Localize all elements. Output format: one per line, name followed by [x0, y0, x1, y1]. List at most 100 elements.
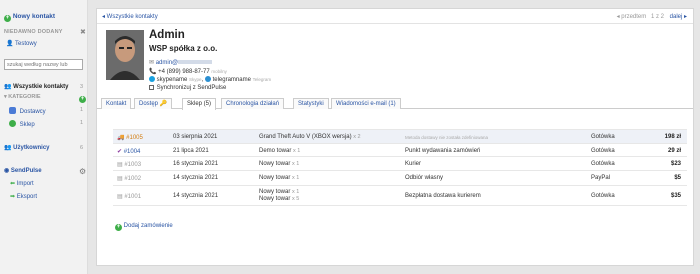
sendpulse-label: SendPulse [10, 168, 42, 174]
order-item: Nowy towar x 1 [259, 189, 300, 195]
export-label: Eksport [16, 194, 38, 200]
tab-dostep[interactable]: Dostęp 🔑 [134, 98, 173, 109]
sync-sendpulse[interactable]: Synchronizuj z SendPulse [149, 85, 226, 91]
sendpulse-link[interactable]: ◉ SendPulse [4, 167, 42, 174]
search-input[interactable] [4, 59, 83, 70]
tab-statystyki[interactable]: Statystyki [293, 98, 329, 109]
truck-icon: 🚚 [117, 135, 125, 141]
order-total: 198 zł [664, 134, 681, 140]
payment-method: Gotówka [591, 148, 615, 154]
order-number[interactable]: ▤ #1001 [117, 193, 141, 200]
shipping-method: Kurier [405, 161, 422, 167]
gear-icon[interactable]: ⚙ [79, 167, 86, 176]
skype-type: Skype [189, 77, 202, 82]
avatar [106, 30, 144, 80]
categories-toggle[interactable]: ▾ KATEGORIE [4, 94, 41, 100]
sync-label: Synchronizuj z SendPulse [156, 85, 227, 91]
import-label: Import [16, 181, 34, 187]
clear-recent-icon[interactable]: ✖ [80, 28, 86, 36]
sendpulse-icon: ◉ [4, 168, 10, 174]
plus-icon: + [4, 15, 11, 22]
order-total: $35 [670, 193, 681, 199]
pagination: ◂ przedtem 1 z 2 dalej ▸ [617, 13, 687, 20]
check-icon: ✔ [117, 149, 123, 155]
email-text: admin@ [155, 60, 179, 66]
contacts-icon: 👥 [4, 84, 12, 90]
contact-name: Admin [149, 29, 185, 41]
tab-wiadomosci[interactable]: Wiadomości e-mail (1) [331, 98, 401, 109]
category-icon [9, 107, 16, 114]
category-count: 1 [80, 120, 84, 126]
category-count: 1 [80, 107, 84, 113]
tab-sklep[interactable]: Sklep (5) [182, 98, 217, 110]
category-item-dostawcy[interactable]: Dostawcy [9, 107, 46, 115]
shipping-method: Metoda dostawy nie została zdefiniowana [405, 135, 489, 140]
email-link[interactable]: ✉ admin@ [149, 59, 213, 66]
sidebar: + Nowy kontakt NIEDAWNO DODANY ✖ 👤 Testo… [0, 0, 88, 274]
table-row[interactable]: ▤ #1002 14 stycznia 2021 Nowy towar x 1 … [113, 170, 687, 185]
tab-chronologia[interactable]: Chronologia działań [221, 98, 285, 109]
add-order-link[interactable]: + Dodaj zamówienie [115, 223, 173, 231]
caret-down-icon: ▾ [4, 94, 7, 100]
document-icon: ▤ [117, 162, 123, 168]
import-link[interactable]: ⬅ Import [10, 180, 34, 187]
payment-method: PayPal [591, 175, 611, 181]
order-item: Grand Theft Auto V (XBOX wersja) x 2 [259, 134, 361, 140]
all-contacts-link[interactable]: 👥 Wszystkie kontakty [4, 83, 69, 90]
phone: 📞 +4 (899) 988-87-77 mobilny [149, 68, 227, 75]
messengers: skypename Skype, telegramname Telegram [149, 76, 271, 83]
telegram-name[interactable]: telegramname [213, 77, 251, 83]
plus-icon: + [79, 96, 86, 103]
recent-contact-link[interactable]: 👤 Testowy [6, 40, 37, 47]
category-label: Dostawcy [19, 109, 46, 115]
arrow-right-icon: ➡ [10, 194, 16, 200]
next-link[interactable]: dalej ▸ [670, 14, 687, 20]
payment-method: Gotówka [591, 193, 615, 199]
telegram-type: Telegram [252, 77, 272, 82]
plus-icon: + [115, 224, 122, 231]
page-indicator: 1 z 2 [650, 14, 664, 20]
order-date: 14 stycznia 2021 [173, 175, 219, 181]
person-icon: 👤 [6, 41, 14, 47]
sync-checkbox[interactable] [149, 85, 154, 90]
contact-card: ◂ Wszystkie kontakty ◂ przedtem 1 z 2 da… [96, 8, 694, 266]
payment-method: Gotówka [591, 161, 615, 167]
order-number[interactable]: ▤ #1003 [117, 161, 141, 168]
table-row[interactable]: ▤ #1001 14 stycznia 2021 Nowy towar x 1 … [113, 185, 687, 206]
skype-name[interactable]: skypename [157, 77, 188, 83]
tab-kontakt[interactable]: Kontakt [101, 98, 132, 109]
all-contacts-label: Wszystkie kontakty [13, 84, 69, 90]
telegram-icon [204, 76, 211, 82]
email-redacted [178, 60, 213, 64]
order-total: 29 zł [667, 148, 681, 154]
payment-method: Gotówka [591, 134, 615, 140]
skype-icon [149, 76, 155, 82]
order-number[interactable]: ▤ #1002 [117, 175, 141, 182]
new-contact-link[interactable]: + Nowy kontakt [4, 13, 55, 22]
table-row[interactable]: ▤ #1003 16 stycznia 2021 Nowy towar x 1 … [113, 156, 687, 170]
shipping-method: Odbiór własny [405, 175, 444, 181]
users-link[interactable]: 👥 Użytkownicy [4, 144, 50, 151]
phone-type: mobilny [211, 69, 227, 74]
users-label: Użytkownicy [13, 145, 50, 151]
back-to-contacts-link[interactable]: ◂ Wszystkie kontakty [102, 13, 158, 20]
phone-icon: 📞 [149, 69, 157, 75]
order-number[interactable]: ✔ #1004 [117, 148, 140, 155]
category-item-sklep[interactable]: Sklep [9, 120, 35, 128]
prev-link[interactable]: ◂ przedtem [617, 14, 647, 20]
users-icon: 👥 [4, 145, 12, 151]
export-link[interactable]: ➡ Eksport [10, 193, 37, 200]
category-icon [9, 120, 16, 127]
add-category-button[interactable]: + [79, 94, 86, 103]
phone-number: +4 (899) 988-87-77 [158, 69, 210, 75]
order-item: Nowy towar x 1 [259, 175, 300, 181]
table-row[interactable]: 🚚 #1005 03 sierpnia 2021 Grand Theft Aut… [113, 129, 687, 143]
all-contacts-count: 3 [80, 84, 84, 90]
order-number[interactable]: 🚚 #1005 [117, 134, 143, 141]
category-label: Sklep [19, 122, 35, 128]
shipping-method: Bezpłatna dostawa kurierem [405, 193, 481, 199]
order-item: Demo towar x 1 [259, 148, 301, 154]
table-row[interactable]: ✔ #1004 21 lipca 2021 Demo towar x 1 Pun… [113, 143, 687, 156]
order-total: $23 [670, 161, 681, 167]
top-bar: ◂ Wszystkie kontakty ◂ przedtem 1 z 2 da… [97, 9, 693, 24]
